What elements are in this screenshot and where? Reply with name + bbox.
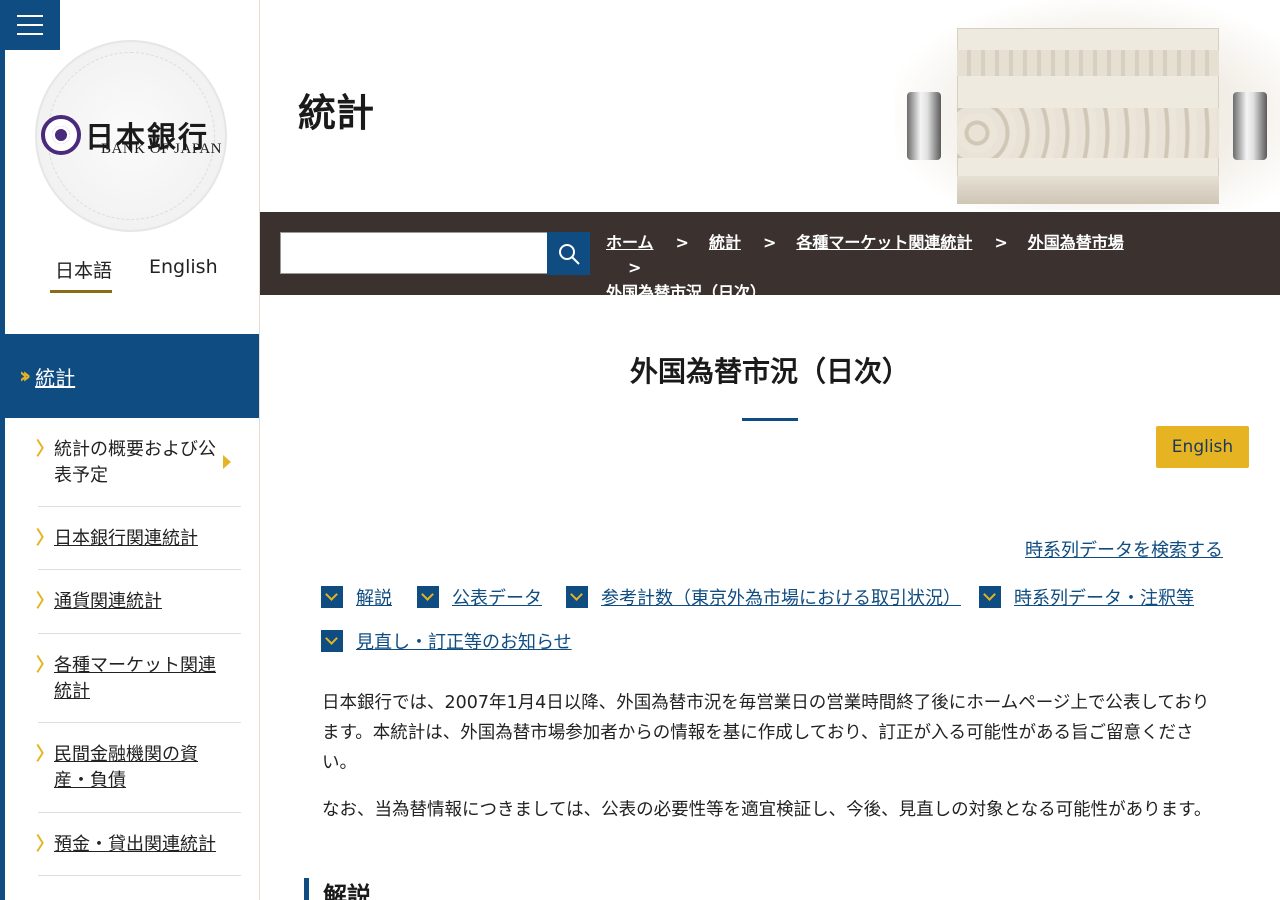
- anchor-link-label: 公表データ: [452, 588, 542, 609]
- sidebar-item-deposits-loans[interactable]: 〉 預金・貸出関連統計: [36, 813, 241, 876]
- language-english[interactable]: English: [149, 256, 218, 278]
- chevron-down-icon: [321, 630, 343, 652]
- anchor-link-revisions-notices[interactable]: 見直し・訂正等のお知らせ: [321, 628, 572, 654]
- page-heading: 統計: [298, 90, 375, 135]
- logo-en-name: BANK OF JAPAN: [101, 141, 222, 157]
- hamburger-menu-button[interactable]: [0, 0, 60, 50]
- sidebar-item-label: 民間金融機関の資産・負債: [54, 744, 198, 791]
- menu-icon-line: [17, 15, 43, 17]
- anchor-link-label: 見直し・訂正等のお知らせ: [356, 632, 572, 653]
- search-icon: [559, 244, 580, 265]
- breadcrumb-separator: >: [762, 233, 777, 252]
- anchor-link-label: 時系列データ・注釈等: [1014, 588, 1194, 609]
- anchor-link-label: 参考計数（東京外為市場における取引状況）: [601, 588, 961, 609]
- sidebar-section-label: 統計: [35, 365, 76, 390]
- timeseries-search-link[interactable]: 時系列データを検索する: [1025, 536, 1223, 562]
- section-heading-commentary: 解説: [304, 878, 371, 900]
- active-language-indicator: [50, 290, 112, 293]
- sidebar-item-label: 通貨関連統計: [54, 591, 162, 612]
- chevron-down-icon: [417, 586, 439, 608]
- lamp-icon: [1233, 92, 1267, 160]
- intro-paragraph: 日本銀行では、2007年1月4日以降、外国為替市況を毎営業日の営業時間終了後にホ…: [322, 693, 1210, 773]
- chevron-down-icon: [979, 586, 1001, 608]
- chevron-down-icon: [566, 586, 588, 608]
- menu-icon-line: [17, 33, 43, 35]
- breadcrumb-current: 外国為替市況（日次）: [606, 283, 767, 302]
- sidebar-item-boj-statistics[interactable]: 〉 日本銀行関連統計: [36, 507, 241, 570]
- boj-mark-ring: [41, 115, 81, 155]
- breadcrumb-separator: >: [675, 233, 689, 252]
- english-page-button[interactable]: English: [1156, 426, 1249, 468]
- chevron-right-icon: 〉: [36, 834, 54, 855]
- submenu-arrow-icon[interactable]: [223, 455, 231, 469]
- breadcrumb-market-statistics[interactable]: 各種マーケット関連統計: [796, 233, 972, 252]
- breadcrumb-fx-market[interactable]: 外国為替市場: [1028, 233, 1124, 252]
- site-search-input[interactable]: [280, 232, 548, 274]
- double-chevron-right-icon: ››: [19, 363, 31, 389]
- breadcrumb-home[interactable]: ホーム: [606, 233, 654, 252]
- title-underline: [742, 418, 798, 421]
- page-title: 外国為替市況（日次）: [629, 355, 910, 388]
- breadcrumb-statistics[interactable]: 統計: [709, 233, 741, 252]
- note-paragraph: なお、当為替情報につきましては、公表の必要性等を適宜検証し、今後、見直しの対象と…: [322, 800, 1212, 820]
- lamp-icon: [907, 92, 941, 160]
- breadcrumb: ホーム > 統計 > 各種マーケット関連統計 > 外国為替市場 > 外国為替市況（日次）: [606, 230, 1166, 305]
- sidebar-item-market-statistics[interactable]: 〉 各種マーケット関連統計: [36, 634, 241, 723]
- chevron-right-icon: 〉: [36, 591, 54, 612]
- sidebar-item-label: 統計の概要および公表予定: [54, 439, 216, 486]
- anchor-link-published-data[interactable]: 公表データ: [417, 584, 542, 610]
- bank-of-japan-logo[interactable]: 日本銀行 BANK OF JAPAN: [33, 38, 233, 232]
- sidebar-item-currency-statistics[interactable]: 〉 通貨関連統計: [36, 570, 241, 634]
- header-hero-image: [895, 0, 1280, 210]
- chevron-right-icon: 〉: [36, 655, 54, 676]
- chevron-right-icon: 〉: [36, 528, 54, 549]
- sidebar-item-label: 預金・貸出関連統計: [54, 834, 216, 855]
- anchor-link-reference-figures[interactable]: 参考計数（東京外為市場における取引状況）: [566, 584, 961, 610]
- sidebar-item-overview-schedule[interactable]: 〉 統計の概要および公表予定: [36, 418, 241, 507]
- sidebar-accent-stripe: [0, 0, 5, 900]
- menu-icon-line: [17, 24, 43, 26]
- sidebar-item-financial-institutions[interactable]: 〉 民間金融機関の資産・負債: [36, 723, 241, 813]
- sidebar-nav-list: 〉 統計の概要および公表予定 〉 日本銀行関連統計 〉 通貨関連統計 〉 各種マ…: [36, 418, 241, 876]
- search-breadcrumb-bar: ホーム > 統計 > 各種マーケット関連統計 > 外国為替市場 > 外国為替市況（日次）: [260, 212, 1280, 302]
- anchor-link-timeseries-notes[interactable]: 時系列データ・注釈等: [979, 584, 1194, 610]
- chevron-right-icon: 〉: [36, 439, 54, 460]
- chevron-down-icon: [321, 586, 343, 608]
- chevron-right-icon: 〉: [36, 744, 54, 765]
- sidebar-section-statistics[interactable]: ›› 統計: [5, 334, 259, 418]
- sidebar: 日本銀行 BANK OF JAPAN 日本語 English ›› 統計 〉 統…: [0, 0, 260, 900]
- breadcrumb-separator: >: [628, 258, 642, 277]
- breadcrumb-separator: >: [994, 233, 1008, 252]
- language-japanese[interactable]: 日本語: [55, 256, 112, 283]
- search-button[interactable]: [547, 232, 590, 275]
- anchor-link-commentary[interactable]: 解説: [321, 584, 392, 610]
- sidebar-item-label: 日本銀行関連統計: [54, 528, 198, 549]
- sidebar-item-label: 各種マーケット関連統計: [54, 655, 216, 702]
- anchor-link-label: 解説: [356, 588, 392, 609]
